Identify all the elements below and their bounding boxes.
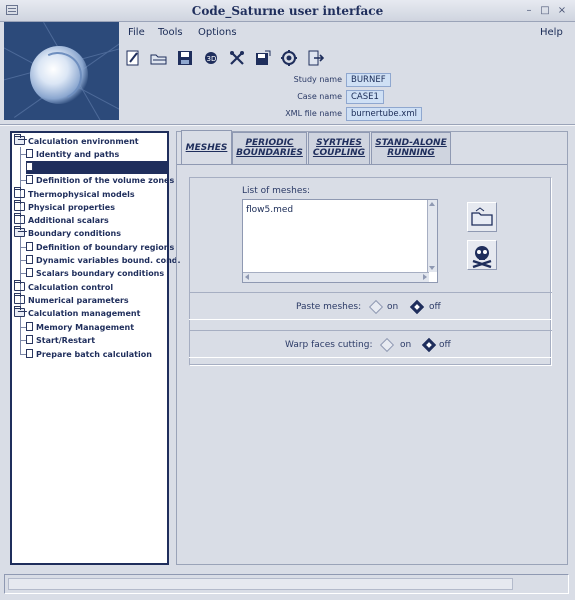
preferences-icon[interactable] <box>280 49 298 67</box>
document-icon <box>26 349 33 358</box>
tree-item-dynamic-variables[interactable]: Dynamic variables bound. cond. <box>26 254 181 267</box>
warp-faces-on-label: on <box>400 340 412 350</box>
status-bar-field <box>8 578 513 590</box>
tab-periodic-boundaries[interactable]: PERIODIC BOUNDARIES <box>232 132 307 164</box>
tree-item-scalars-boundary[interactable]: Scalars boundary conditions <box>26 267 167 280</box>
folder-open-icon <box>14 306 25 317</box>
header-separator <box>0 124 575 126</box>
scroll-down-icon[interactable] <box>429 266 435 270</box>
tree-item-thermophysical-models[interactable]: Thermophysical models <box>14 187 167 201</box>
minimize-icon[interactable]: – <box>523 5 535 17</box>
toolbar: 3D <box>120 46 575 70</box>
app-logo <box>4 22 119 120</box>
warp-faces-label: Warp faces cutting: <box>285 340 373 350</box>
tree-item-volume-zones[interactable]: Definition of the volume zones <box>26 174 174 187</box>
case-name-value: CASE1 <box>346 90 384 104</box>
paste-meshes-on-radio[interactable] <box>368 299 384 315</box>
paste-meshes-off-radio[interactable] <box>409 299 425 315</box>
3d-view-icon[interactable]: 3D <box>202 49 220 67</box>
close-icon[interactable]: × <box>556 5 568 17</box>
tree-item-identity-and-paths[interactable]: Identity and paths <box>26 148 167 161</box>
maximize-icon[interactable]: □ <box>539 5 551 17</box>
window-title: Code_Saturne user interface <box>191 4 384 18</box>
document-icon <box>26 335 33 344</box>
folder-icon <box>14 200 25 211</box>
scroll-up-icon[interactable] <box>429 202 435 206</box>
document-icon <box>26 268 33 277</box>
save-as-icon[interactable] <box>254 49 272 67</box>
skull-crossbones-icon <box>472 246 492 269</box>
new-case-icon[interactable] <box>124 49 142 67</box>
tree-item-boundary-regions[interactable]: Definition of boundary regions <box>26 241 174 254</box>
menu-help[interactable]: Help <box>540 27 563 38</box>
folder-icon <box>14 280 25 291</box>
document-icon <box>26 255 33 264</box>
warp-faces-off-radio[interactable] <box>421 337 437 353</box>
xml-file-name-value: burnertube.xml <box>346 107 422 121</box>
paste-meshes-label: Paste meshes: <box>296 302 362 312</box>
tab-stand-alone-running[interactable]: STAND-ALONE RUNNING <box>371 132 451 164</box>
paste-meshes-row: Paste meshes: on off <box>189 292 552 320</box>
svg-text:3D: 3D <box>207 55 217 63</box>
tab-meshes[interactable]: MESHES <box>181 130 232 164</box>
navigation-tree[interactable]: Calculation environment Identity and pat… <box>10 131 181 565</box>
study-name-value: BURNEF <box>346 73 391 87</box>
save-icon[interactable] <box>176 49 194 67</box>
document-icon <box>26 242 33 251</box>
menu-tools[interactable]: Tools <box>158 27 183 38</box>
tree-item-start-restart[interactable]: Start/Restart <box>26 334 167 347</box>
tree-item-boundary-conditions[interactable]: Boundary conditions <box>14 226 167 240</box>
folder-open-icon <box>14 226 25 237</box>
menu-file[interactable]: File <box>128 27 145 38</box>
folder-icon <box>14 293 25 304</box>
document-icon <box>26 149 33 158</box>
xml-file-name-label: XML file name <box>285 109 342 118</box>
tree-item-calculation-environment[interactable]: Calculation environment <box>14 134 167 148</box>
warp-faces-off-label: off <box>439 340 451 350</box>
mesh-list-item[interactable]: flow5.med <box>246 205 293 215</box>
mesh-list-horizontal-scrollbar[interactable] <box>243 272 429 282</box>
open-folder-icon[interactable] <box>150 49 168 67</box>
paste-meshes-on-label: on <box>387 302 399 312</box>
case-name-label: Case name <box>297 92 342 101</box>
study-info: Study name BURNEF Case name CASE1 XML fi… <box>120 70 575 122</box>
study-name-label: Study name <box>293 75 342 84</box>
tree-item-prepare-batch[interactable]: Prepare batch calculation <box>26 348 167 361</box>
quit-icon[interactable] <box>306 49 325 67</box>
mesh-list[interactable]: flow5.med <box>242 199 438 283</box>
document-icon <box>26 162 33 171</box>
tree-item-numerical-parameters[interactable]: Numerical parameters <box>14 293 167 307</box>
delete-mesh-button[interactable] <box>467 240 497 270</box>
menu-bar: File Tools Options Help <box>120 22 575 44</box>
scroll-right-icon[interactable] <box>423 274 427 280</box>
add-mesh-button[interactable] <box>467 202 497 232</box>
tree-item-physical-properties[interactable]: Physical properties <box>14 200 167 214</box>
menu-options[interactable]: Options <box>198 27 237 38</box>
status-bar <box>4 574 569 594</box>
folder-icon <box>14 213 25 224</box>
paste-meshes-off-label: off <box>429 302 441 312</box>
document-icon <box>26 175 33 184</box>
tab-syrthes-coupling[interactable]: SYRTHES COUPLING <box>308 132 370 164</box>
tree-item-selected[interactable] <box>26 161 167 174</box>
title-bar: Code_Saturne user interface – □ × <box>0 0 575 22</box>
tools-icon[interactable] <box>228 49 246 67</box>
warp-faces-on-radio[interactable] <box>379 337 395 353</box>
list-of-meshes-label: List of meshes: <box>242 186 311 196</box>
tree-item-memory-management[interactable]: Memory Management <box>26 321 167 334</box>
mesh-list-vertical-scrollbar[interactable] <box>427 200 437 272</box>
document-icon <box>26 322 33 331</box>
tree-item-additional-scalars[interactable]: Additional scalars <box>14 213 167 227</box>
warp-faces-row: Warp faces cutting: on off <box>189 330 552 358</box>
folder-icon <box>471 207 493 226</box>
tree-item-calculation-management[interactable]: Calculation management <box>14 306 167 320</box>
tree-item-calculation-control[interactable]: Calculation control <box>14 280 167 294</box>
folder-icon <box>14 187 25 198</box>
folder-open-icon <box>14 134 25 145</box>
scroll-left-icon[interactable] <box>245 274 249 280</box>
